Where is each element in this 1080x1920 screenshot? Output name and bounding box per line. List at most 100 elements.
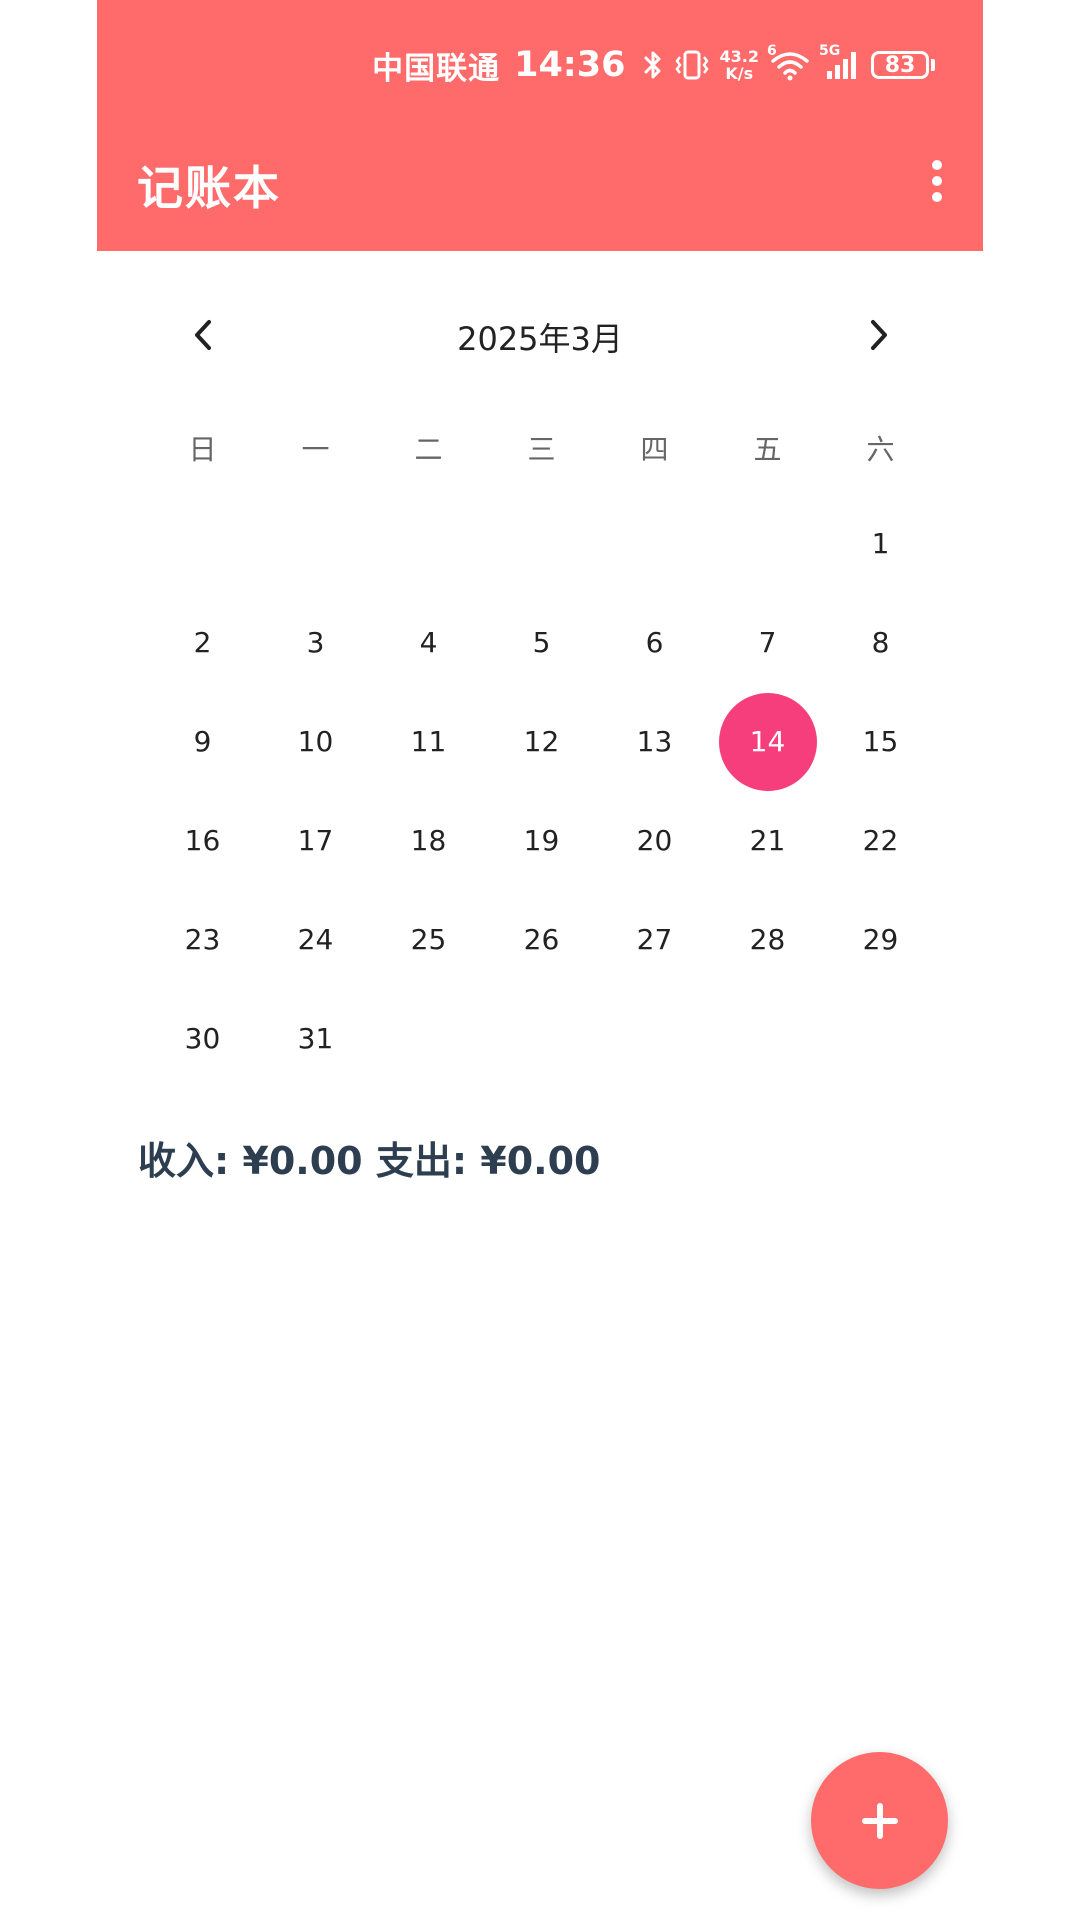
day-number: 17 <box>297 824 334 857</box>
status-bar: 中国联通 14:36 43.2 K/s 6 5G 83 <box>372 42 935 88</box>
add-record-button[interactable] <box>811 1752 948 1889</box>
day-number: 9 <box>193 725 212 758</box>
weekday-label: 二 <box>414 433 443 466</box>
day-cell[interactable]: 24 <box>259 890 372 989</box>
cellular-signal-icon: 5G <box>819 43 861 81</box>
weekday-header-row: 日 一 二 三 四 五 六 <box>146 420 937 480</box>
wifi-icon: 6 <box>767 43 811 81</box>
day-cell[interactable]: 30 <box>146 989 259 1088</box>
day-cell[interactable]: 22 <box>824 791 937 890</box>
weekday-label: 五 <box>753 433 782 466</box>
day-number: 22 <box>862 824 899 857</box>
day-number: 23 <box>184 923 221 956</box>
day-number: 29 <box>862 923 899 956</box>
empty-day-cell <box>598 494 711 593</box>
day-number: 28 <box>749 923 786 956</box>
screen: 中国联通 14:36 43.2 K/s 6 5G 83 记账本 2025年3月 … <box>0 0 1080 1920</box>
day-cell[interactable]: 5 <box>485 593 598 692</box>
day-number: 8 <box>871 626 890 659</box>
weekday-label: 六 <box>866 433 895 466</box>
day-number: 20 <box>636 824 673 857</box>
day-number: 30 <box>184 1022 221 1055</box>
day-number: 26 <box>523 923 560 956</box>
battery-tip <box>931 59 935 71</box>
day-cell[interactable]: 26 <box>485 890 598 989</box>
day-number: 1 <box>871 527 890 560</box>
day-cell[interactable]: 23 <box>146 890 259 989</box>
day-cell[interactable]: 2 <box>146 593 259 692</box>
day-cell[interactable]: 11 <box>372 692 485 791</box>
day-number: 7 <box>758 626 777 659</box>
network-speed: 43.2 K/s <box>720 48 759 82</box>
day-number: 2 <box>193 626 212 659</box>
day-cell[interactable]: 13 <box>598 692 711 791</box>
more-options-button[interactable] <box>917 156 957 206</box>
day-cell[interactable]: 7 <box>711 593 824 692</box>
network-speed-unit: K/s <box>725 64 754 83</box>
day-number: 5 <box>532 626 551 659</box>
next-month-button[interactable] <box>854 310 904 360</box>
weekday-label: 一 <box>301 433 330 466</box>
status-time: 14:36 <box>514 45 626 85</box>
battery-icon: 83 <box>871 51 935 79</box>
day-cell[interactable]: 3 <box>259 593 372 692</box>
weekday-label: 日 <box>188 433 217 466</box>
app-bar: 中国联通 14:36 43.2 K/s 6 5G 83 记账本 <box>97 0 983 251</box>
day-cell[interactable]: 14 <box>711 692 824 791</box>
day-number: 10 <box>297 725 334 758</box>
battery-level: 83 <box>871 51 929 79</box>
carrier-name: 中国联通 <box>372 50 501 87</box>
weekday-label: 四 <box>640 433 669 466</box>
network-speed-value: 43.2 <box>719 47 759 66</box>
income-expense-summary: 收入: ¥0.00 支出: ¥0.00 <box>138 1139 601 1183</box>
day-number: 4 <box>419 626 438 659</box>
day-cell[interactable]: 12 <box>485 692 598 791</box>
day-cell[interactable]: 16 <box>146 791 259 890</box>
day-cell[interactable]: 18 <box>372 791 485 890</box>
day-cell[interactable]: 28 <box>711 890 824 989</box>
day-number: 25 <box>410 923 447 956</box>
day-cell[interactable]: 9 <box>146 692 259 791</box>
day-cell[interactable]: 25 <box>372 890 485 989</box>
day-cell[interactable]: 8 <box>824 593 937 692</box>
day-cell[interactable]: 17 <box>259 791 372 890</box>
day-number: 15 <box>862 725 899 758</box>
day-number: 12 <box>523 725 560 758</box>
day-number: 13 <box>636 725 673 758</box>
day-number: 24 <box>297 923 334 956</box>
day-cell[interactable]: 19 <box>485 791 598 890</box>
more-vert-icon <box>932 160 942 202</box>
empty-day-cell <box>372 494 485 593</box>
weekday-label: 三 <box>527 433 556 466</box>
day-number: 18 <box>410 824 447 857</box>
app-title: 记账本 <box>137 161 281 215</box>
empty-day-cell <box>259 494 372 593</box>
cell-label: 5G <box>819 43 841 59</box>
empty-day-cell <box>146 494 259 593</box>
plus-icon <box>861 1802 898 1839</box>
calendar-header: 2025年3月 <box>140 300 940 370</box>
day-cell[interactable]: 1 <box>824 494 937 593</box>
bluetooth-icon <box>642 49 664 81</box>
vibrate-icon <box>674 49 710 81</box>
wifi-label: 6 <box>767 43 777 59</box>
day-number: 3 <box>306 626 325 659</box>
day-cell[interactable]: 6 <box>598 593 711 692</box>
selected-day-number: 14 <box>718 692 817 791</box>
empty-day-cell <box>711 494 824 593</box>
chevron-right-icon <box>871 320 887 350</box>
day-number: 27 <box>636 923 673 956</box>
day-cell[interactable]: 20 <box>598 791 711 890</box>
day-number: 11 <box>410 725 447 758</box>
day-cell[interactable]: 21 <box>711 791 824 890</box>
day-cell[interactable]: 4 <box>372 593 485 692</box>
day-number: 6 <box>645 626 664 659</box>
day-cell[interactable]: 29 <box>824 890 937 989</box>
day-cell[interactable]: 10 <box>259 692 372 791</box>
day-number: 31 <box>297 1022 334 1055</box>
day-cell[interactable]: 27 <box>598 890 711 989</box>
day-cell[interactable]: 15 <box>824 692 937 791</box>
empty-day-cell <box>485 494 598 593</box>
day-number: 21 <box>749 824 786 857</box>
day-cell[interactable]: 31 <box>259 989 372 1088</box>
